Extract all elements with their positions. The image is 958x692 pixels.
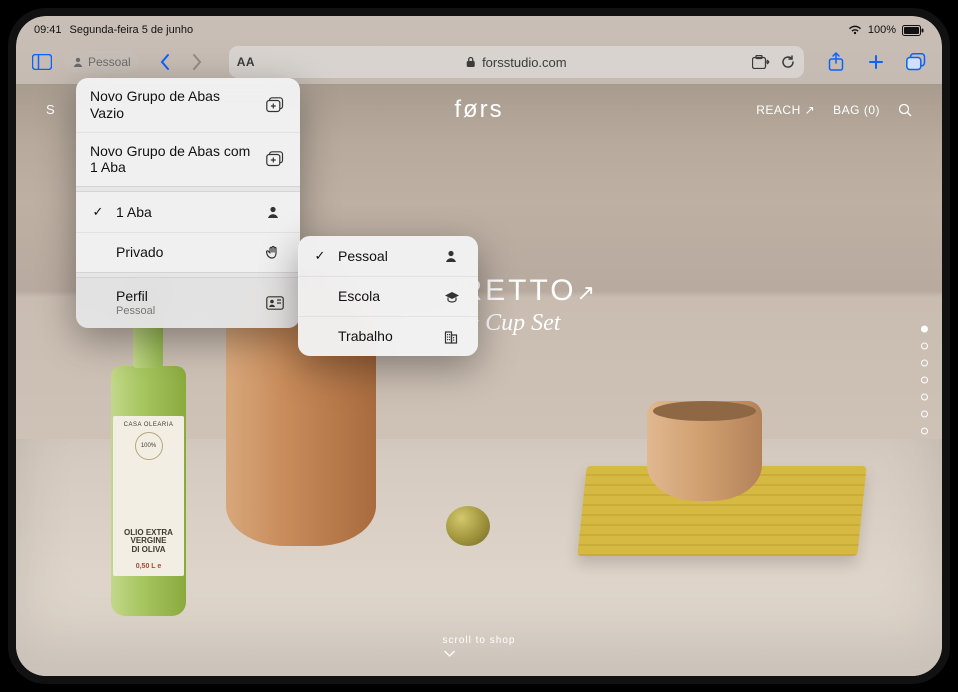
wifi-icon [848,25,862,35]
menu-label: Pessoal [338,248,434,265]
bottle-text: DI OLIVA [124,546,173,555]
olive-oil-bottle: CASA OLEARIA 100% OLIO EXTRA VERGINE DI … [101,286,196,616]
new-group-icon [266,151,286,167]
building-icon [444,330,464,344]
share-button[interactable] [820,46,852,78]
reload-button[interactable] [780,54,796,70]
page-dots[interactable] [921,326,928,435]
new-group-icon [266,97,286,113]
extensions-icon[interactable] [752,55,770,69]
person-icon [444,249,464,263]
lock-icon [466,56,476,68]
checkmark-icon: ✓ [90,204,106,220]
site-logo[interactable]: førs [454,96,503,124]
dot[interactable] [921,360,928,367]
dot[interactable] [921,411,928,418]
menu-label: 1 Aba [116,204,256,221]
submenu-work[interactable]: Trabalho [298,316,478,356]
screen: 09:41 Segunda-feira 5 de junho 100% Pess… [16,16,942,676]
status-bar: 09:41 Segunda-feira 5 de junho 100% [16,16,942,40]
menu-profile[interactable]: Perfil Pessoal [76,278,300,328]
chevron-down-icon [443,650,516,658]
hero-title[interactable]: RETTO↗ & Cup Set [460,274,598,337]
ipad-frame: 09:41 Segunda-feira 5 de junho 100% Pess… [8,8,950,684]
bottle-volume: 0,50 L e [136,563,162,570]
hero-line2: & Cup Set [460,310,598,337]
menu-label: Privado [116,244,256,261]
menu-new-empty-group[interactable]: Novo Grupo de Abas Vazio [76,78,300,132]
dot[interactable] [921,394,928,401]
scroll-to-shop[interactable]: scroll to shop [443,635,516,658]
search-icon[interactable] [898,103,912,117]
dot-active[interactable] [921,326,928,333]
menu-label: Perfil Pessoal [116,288,256,318]
tabs-button[interactable] [900,46,932,78]
graduation-cap-icon [444,291,464,303]
person-icon [266,205,286,219]
dot[interactable] [921,343,928,350]
menu-label: Escola [338,288,434,305]
tab-groups-menu: Novo Grupo de Abas Vazio Novo Grupo de A… [76,78,300,328]
menu-one-tab[interactable]: ✓ 1 Aba [76,192,300,232]
scroll-label: scroll to shop [443,635,516,646]
status-time: 09:41 [34,24,62,36]
cup [647,401,762,501]
site-nav-left[interactable]: S [46,102,55,117]
url-text: forsstudio.com [482,55,567,70]
bottle-seal: 100% [135,432,163,460]
checkmark-icon: ✓ [312,248,328,264]
submenu-personal[interactable]: ✓ Pessoal [298,236,478,276]
arrow-icon: ↗ [577,280,598,305]
site-nav-bag[interactable]: BAG (0) [833,103,880,117]
bottle-label: CASA OLEARIA 100% OLIO EXTRA VERGINE DI … [113,416,184,576]
person-icon [72,56,84,68]
submenu-school[interactable]: Escola [298,276,478,316]
olive [446,506,490,546]
profile-chip-label: Pessoal [88,55,131,69]
sidebar-button[interactable] [26,46,58,78]
menu-sublabel: Pessoal [116,305,256,318]
profile-chip[interactable]: Pessoal [64,51,139,73]
text-size-button[interactable]: AA [237,55,255,69]
battery-icon [902,25,924,36]
new-tab-button[interactable] [860,46,892,78]
forward-button [181,46,213,78]
menu-label: Trabalho [338,328,434,345]
site-nav-reach[interactable]: REACH ↗ [756,103,815,117]
bottle-brand: CASA OLEARIA [124,422,174,428]
status-date: Segunda-feira 5 de junho [70,24,194,36]
address-bar[interactable]: AA forsstudio.com [229,46,804,78]
battery-percent: 100% [868,24,896,36]
profile-card-icon [266,296,286,310]
back-button[interactable] [149,46,181,78]
hand-icon [266,245,286,261]
profile-submenu: ✓ Pessoal Escola Trabalho [298,236,478,356]
menu-private[interactable]: Privado [76,232,300,272]
menu-new-group-with-tab[interactable]: Novo Grupo de Abas com 1 Aba [76,132,300,187]
menu-label: Novo Grupo de Abas Vazio [90,88,256,122]
menu-label: Novo Grupo de Abas com 1 Aba [90,143,256,177]
dot[interactable] [921,428,928,435]
dot[interactable] [921,377,928,384]
